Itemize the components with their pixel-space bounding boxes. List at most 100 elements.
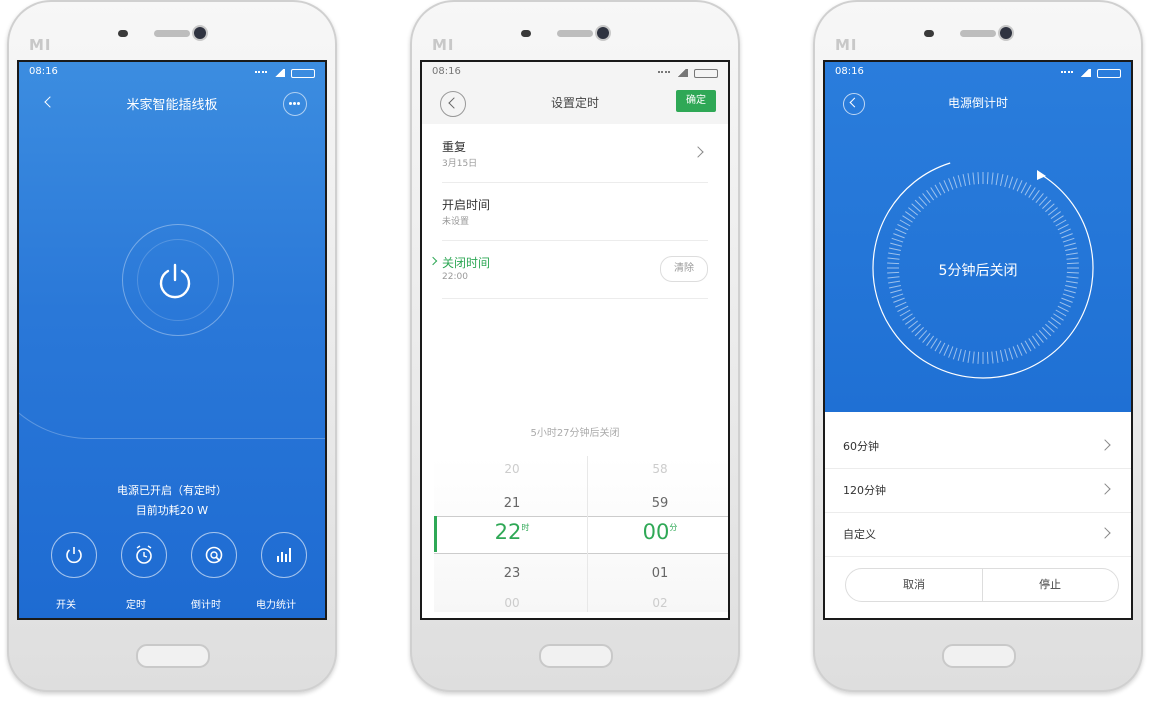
dial-tick: [1059, 301, 1071, 308]
more-dot-icon: [289, 102, 292, 105]
dial-tick: [991, 351, 994, 364]
hour-option[interactable]: 21: [444, 496, 580, 511]
minute-option[interactable]: 59: [592, 496, 728, 511]
bar-chart-icon: [277, 548, 291, 562]
home-button[interactable]: [942, 644, 1016, 668]
dial-tick: [1050, 211, 1061, 220]
dial-tick: [922, 332, 931, 343]
dial-tick: [999, 173, 1004, 186]
dial-tick: [888, 252, 901, 256]
dial-tick: [1038, 196, 1048, 206]
front-camera: [597, 27, 609, 39]
dial-tick: [948, 178, 954, 190]
option-120-min[interactable]: 120分钟: [825, 468, 1131, 513]
sensor: [924, 30, 934, 37]
dial-tick: [893, 297, 905, 303]
power-stats-label: 电力统计: [256, 600, 296, 611]
power-consumption-text: 目前功耗20 W: [135, 504, 209, 517]
time-picker[interactable]: 20 21 23 00 22时 58 59 01 02 00分: [434, 456, 728, 612]
phone-frame-1: MI 08:16 米家智能插线板 电源已开启（有定时） 目前功耗20 W 开关: [7, 0, 337, 692]
stop-button[interactable]: 停止: [982, 569, 1118, 601]
dial-tick: [895, 228, 907, 235]
hour-option[interactable]: 00: [444, 596, 580, 610]
chevron-right-icon: [1099, 439, 1111, 451]
dial-tick: [1065, 280, 1078, 284]
front-camera: [194, 27, 206, 39]
clear-button[interactable]: 清除: [660, 256, 708, 282]
hour-option[interactable]: 20: [444, 462, 580, 476]
status-icons: [1061, 68, 1121, 78]
dial-tick: [986, 351, 989, 364]
function-buttons: 开关 定时 倒计时 电力统计: [19, 532, 325, 612]
minute-option[interactable]: 58: [592, 462, 728, 476]
dial-tick: [888, 284, 901, 289]
option-60-min[interactable]: 60分钟: [825, 424, 1131, 469]
hour-option[interactable]: 23: [444, 566, 580, 581]
power-icon: [66, 547, 82, 564]
home-button[interactable]: [136, 644, 210, 668]
dial-tick: [1024, 184, 1032, 196]
brand-logo: MI: [29, 36, 52, 54]
dial-tick: [972, 172, 975, 185]
dial-tick: [952, 176, 958, 189]
option-custom[interactable]: 自定义: [825, 512, 1131, 557]
signal-dots-icon: [255, 70, 267, 76]
dial-tick: [938, 342, 946, 354]
dial-tick: [914, 199, 924, 209]
selected-hour[interactable]: 22时: [444, 520, 580, 544]
dial-tick: [1061, 297, 1073, 303]
timer-button[interactable]: [121, 532, 167, 578]
dial-tick: [972, 351, 975, 364]
dial-tick: [908, 320, 919, 329]
power-status-text: 电源已开启（有定时）: [117, 484, 227, 497]
dial-tick: [952, 347, 958, 360]
cancel-button[interactable]: 取消: [846, 569, 982, 601]
minute-option[interactable]: 01: [592, 566, 728, 581]
dial-tick: [1020, 182, 1028, 194]
phone-frame-2: MI 08:16 设置定时 确定 重复 3月15日 开启时间 未设置 关闭时间 …: [410, 0, 740, 692]
minute-option[interactable]: 02: [592, 596, 728, 610]
chevron-right-icon: [692, 146, 704, 158]
dial-tick: [1061, 233, 1073, 239]
dial-tick: [1045, 323, 1055, 333]
dial-tick: [1065, 252, 1078, 256]
dial-tick: [934, 184, 942, 196]
dial-tick: [899, 219, 911, 227]
brand-logo: MI: [432, 36, 455, 54]
power-stats-button[interactable]: [261, 532, 307, 578]
signal-dots-icon: [658, 70, 670, 76]
repeat-row[interactable]: 重复 3月15日: [442, 124, 708, 183]
status-time: 08:16: [29, 66, 58, 77]
dial-tick: [1059, 228, 1071, 235]
dial-tick: [1053, 313, 1064, 321]
status-icons: [658, 68, 718, 78]
dial-tick: [905, 316, 916, 325]
dial-tick: [943, 180, 950, 192]
dial-tick: [957, 349, 962, 361]
countdown-status-text: 5分钟后关闭: [938, 263, 1018, 279]
start-time-row[interactable]: 开启时间 未设置: [442, 182, 708, 241]
switch-button[interactable]: [51, 532, 97, 578]
earpiece-speaker: [960, 30, 996, 37]
dial-tick: [1064, 289, 1076, 294]
brand-logo: MI: [835, 36, 858, 54]
dial-tick: [967, 173, 971, 186]
confirm-button[interactable]: 确定: [676, 90, 716, 112]
dial-tick: [1062, 293, 1075, 299]
dial-tick: [962, 173, 967, 186]
end-time-row[interactable]: 关闭时间 22:00 清除: [428, 240, 708, 299]
countdown-button[interactable]: [191, 532, 237, 578]
battery-icon: [694, 68, 718, 78]
more-button[interactable]: [283, 92, 307, 116]
power-icon: [159, 263, 191, 299]
dial-tick: [1065, 247, 1078, 252]
dial-tick: [1012, 346, 1018, 358]
switch-label: 开关: [56, 600, 76, 611]
timer-label: 定时: [126, 600, 146, 611]
dial-tick: [891, 293, 904, 299]
dial-tick: [962, 350, 967, 363]
selected-minute[interactable]: 00分: [592, 520, 728, 544]
home-button[interactable]: [539, 644, 613, 668]
picker-divider: [587, 456, 588, 612]
status-bar: 08:16: [825, 62, 1131, 80]
